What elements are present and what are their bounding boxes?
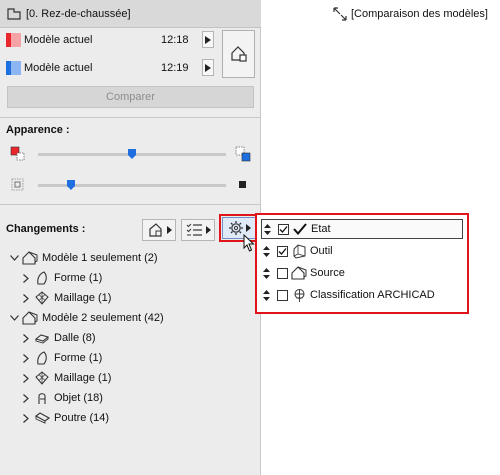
checkbox[interactable]	[277, 267, 288, 279]
dropdown-item-label: Classification ARCHICAD	[310, 289, 435, 301]
background-opacity-thumb[interactable]	[67, 180, 75, 190]
checklist-icon	[186, 223, 202, 236]
shape-icon	[34, 270, 50, 286]
checkmark-icon	[292, 221, 308, 237]
dropdown-item-classification[interactable]: Classification ARCHICAD	[261, 285, 463, 305]
compare-arrows-icon	[332, 6, 348, 22]
triangle-right-icon	[166, 226, 172, 234]
changes-label: Changements :	[6, 223, 86, 235]
model-icon	[291, 265, 307, 281]
drag-handle-icon[interactable]	[261, 267, 271, 279]
gear-icon	[228, 221, 243, 235]
dropdown-item-source[interactable]: Source	[261, 263, 463, 283]
model-2-color-icon	[235, 146, 251, 165]
model-1-color-icon	[10, 146, 26, 165]
model-1-opacity-thumb[interactable]	[128, 149, 136, 159]
element-filter-icon	[148, 223, 162, 237]
dropdown-item-label: Etat	[311, 223, 331, 235]
classification-icon	[291, 287, 307, 303]
model-2-menu-button[interactable]	[202, 59, 214, 76]
tool-icon	[291, 243, 307, 259]
comparison-tab-label: [Comparaison des modèles]	[351, 8, 488, 20]
triangle-right-icon	[245, 224, 251, 232]
chevron-right-icon[interactable]	[20, 412, 32, 424]
column-options-dropdown: Etat Outil Source Classification ARCHICA…	[255, 213, 469, 314]
drag-handle-icon[interactable]	[261, 289, 271, 301]
model-icon	[22, 310, 38, 326]
outline-dark-icon	[236, 178, 250, 195]
chevron-right-icon[interactable]	[20, 292, 32, 304]
dropdown-item-outil[interactable]: Outil	[261, 241, 463, 261]
beam-icon	[34, 410, 50, 426]
shape-icon	[34, 350, 50, 366]
tree-group-row[interactable]: Modèle 1 seulement (2)	[8, 248, 158, 268]
drag-handle-icon[interactable]	[261, 245, 271, 257]
filter-elements-button[interactable]	[142, 219, 176, 241]
tree-item-label: Maillage (1)	[54, 292, 112, 304]
checkbox[interactable]	[278, 223, 289, 235]
dropdown-item-etat[interactable]: Etat	[261, 219, 463, 239]
view-tab[interactable]: [0. Rez-de-chaussée]	[0, 0, 261, 28]
list-options-button[interactable]	[181, 219, 215, 241]
tree-item-label: Maillage (1)	[54, 372, 112, 384]
mesh-icon	[34, 290, 50, 306]
checkbox[interactable]	[277, 289, 288, 301]
tree-item-row[interactable]: Dalle (8)	[20, 328, 96, 348]
mouse-cursor-icon	[243, 233, 255, 255]
triangle-right-icon	[205, 63, 211, 72]
separator	[0, 117, 261, 118]
tree-item-row[interactable]: Objet (18)	[20, 388, 103, 408]
tree-item-row[interactable]: Maillage (1)	[20, 368, 111, 388]
floor-plan-icon	[6, 6, 22, 22]
checkbox[interactable]	[277, 245, 288, 257]
model-1-color-swatch-light	[11, 33, 21, 47]
separator	[0, 204, 261, 205]
comparison-tab[interactable]: [Comparaison des modèles]	[262, 0, 500, 28]
mesh-icon	[34, 370, 50, 386]
tree-item-row[interactable]: Forme (1)	[20, 348, 102, 368]
model-icon	[22, 250, 38, 266]
tree-item-row[interactable]: Forme (1)	[20, 268, 102, 288]
chevron-right-icon[interactable]	[20, 332, 32, 344]
tree-item-label: Dalle (8)	[54, 332, 96, 344]
tree-group-row[interactable]: Modèle 2 seulement (42)	[8, 308, 164, 328]
swap-models-button[interactable]	[222, 30, 255, 78]
triangle-right-icon	[205, 226, 211, 234]
drag-handle-icon[interactable]	[262, 223, 272, 235]
tree-item-label: Objet (18)	[54, 392, 103, 404]
tree-group-label: Modèle 1 seulement (2)	[42, 252, 158, 264]
tree-item-row[interactable]: Maillage (1)	[20, 288, 111, 308]
tree-item-label: Forme (1)	[54, 352, 103, 364]
chevron-right-icon[interactable]	[20, 372, 32, 384]
model-1-name: Modèle actuel	[24, 34, 93, 46]
triangle-right-icon	[205, 35, 211, 44]
tree-item-row[interactable]: Poutre (14)	[20, 408, 109, 428]
chevron-right-icon[interactable]	[20, 272, 32, 284]
swap-models-icon	[230, 46, 247, 62]
tree-item-label: Forme (1)	[54, 272, 103, 284]
object-icon	[34, 390, 50, 406]
chevron-right-icon[interactable]	[20, 352, 32, 364]
model-1-menu-button[interactable]	[202, 31, 214, 48]
dropdown-item-label: Outil	[310, 245, 333, 257]
model-2-name: Modèle actuel	[24, 62, 93, 74]
chevron-down-icon[interactable]	[8, 252, 20, 264]
tree-item-label: Poutre (14)	[54, 412, 110, 424]
tree-group-label: Modèle 2 seulement (42)	[42, 312, 164, 324]
slab-icon	[34, 330, 50, 346]
appearance-label: Apparence :	[6, 124, 70, 136]
model-1-time: 12:18	[161, 34, 189, 46]
view-tab-label: [0. Rez-de-chaussée]	[26, 7, 131, 20]
dropdown-item-label: Source	[310, 267, 345, 279]
model-2-color-swatch-light	[11, 61, 21, 75]
compare-button[interactable]: Comparer	[7, 86, 254, 108]
chevron-right-icon[interactable]	[20, 392, 32, 404]
chevron-down-icon[interactable]	[8, 312, 20, 324]
model-2-time: 12:19	[161, 62, 189, 74]
outline-light-icon	[10, 177, 26, 196]
